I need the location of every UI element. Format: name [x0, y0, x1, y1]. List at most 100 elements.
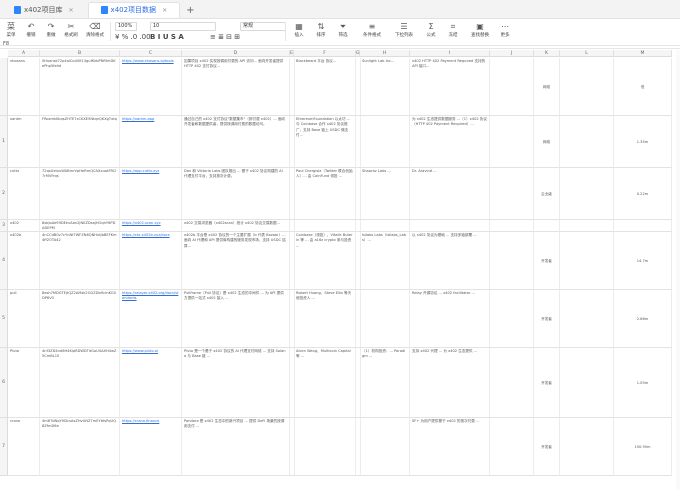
row-header[interactable]: 5	[0, 290, 8, 348]
conditional-format-button[interactable]: ≡ 条件格式	[360, 21, 384, 38]
table-cell[interactable]: Coinbase（领投）、Vitalik Buterin 等 ... 由 a16…	[294, 232, 356, 290]
table-cell[interactable]	[490, 220, 534, 232]
table-cell[interactable]: SF+ 为用户提供基于 x402 的按次付费 ...	[410, 418, 490, 476]
table-cell[interactable]	[490, 348, 534, 418]
table-cell[interactable]	[360, 290, 410, 348]
column-header[interactable]: L	[560, 50, 614, 57]
row-header[interactable]: 7	[0, 418, 8, 476]
table-cell[interactable]	[490, 116, 534, 168]
table-cell[interactable]: Sunlight Lab Inc...	[360, 58, 410, 116]
table-cell[interactable]	[490, 232, 534, 290]
row-header[interactable]: 3	[0, 220, 8, 232]
row-header[interactable]: 6	[0, 348, 8, 418]
table-cell[interactable]: 14.7m	[614, 232, 672, 290]
column-header[interactable]: H	[360, 50, 410, 57]
table-cell[interactable]: 4nf3ZD4nd6H4KlpRDWDTdGoU4AXH4wZ5CmBL10	[40, 348, 120, 418]
table-cell[interactable]: 1.35m	[614, 116, 672, 168]
font-name-select[interactable]: 常规	[240, 22, 286, 31]
table-cell[interactable]: xhosans	[8, 58, 40, 116]
table-cell[interactable]: https://app.cuttx.xyz	[120, 168, 182, 220]
table-cell[interactable]: 0.22m	[614, 168, 672, 220]
table-cell[interactable]: FRozmkKkqsZHTE7zCKXE5NtqnQKXgTxtq	[40, 116, 120, 168]
spreadsheet-grid[interactable]: A B C D E F G H I J K L Mxhosans 0Hxansk72p4alCo4i0f1…	[0, 50, 680, 490]
table-cell[interactable]: 为 x402 生态提供数据服务 ...（1）x402 协议（HTTP 402 P…	[410, 116, 490, 168]
table-cell[interactable]: 开发者	[534, 232, 560, 290]
column-header[interactable]: C	[120, 50, 182, 57]
table-cell[interactable]: pull	[8, 290, 40, 348]
format-painter-button[interactable]: ✂ 格式刷	[62, 21, 80, 38]
column-header[interactable]: J	[490, 50, 534, 57]
table-cell[interactable]: 开发者	[534, 418, 560, 476]
table-cell[interactable]: 1.05m	[614, 348, 672, 418]
table-cell[interactable]	[560, 290, 614, 348]
table-cell[interactable]: https://relayer.x402.org/docs/standards	[120, 290, 182, 348]
table-cell[interactable]: Pluto	[8, 348, 40, 418]
table-cell[interactable]	[560, 220, 614, 232]
cell-reference[interactable]: F8	[0, 40, 680, 49]
column-header[interactable]: M	[614, 50, 672, 57]
table-cell[interactable]	[490, 290, 534, 348]
add-tab-icon[interactable]: +	[186, 3, 194, 18]
table-cell[interactable]: https://crano.finance	[120, 418, 182, 476]
table-cell[interactable]	[560, 58, 614, 116]
table-cell[interactable]: Isilabs Labs（Isilabs_Labs）...	[360, 232, 410, 290]
table-cell[interactable]: x402 交易浏览器（x402scan）统计 x402 协议交易数据...	[182, 220, 290, 232]
table-cell[interactable]: 支持 x402 代理 ... 为 x402 生态提供 ...	[410, 348, 490, 418]
tab-project-library[interactable]: x402项目库 ✕	[2, 3, 86, 18]
table-cell[interactable]	[560, 418, 614, 476]
more-button[interactable]: ⋯ 更多	[496, 21, 514, 38]
column-header[interactable]: K	[534, 50, 560, 57]
table-cell[interactable]: x402 HTTP 402 Payment Required 支持的 API 接…	[410, 58, 490, 116]
table-cell[interactable]: 150.95m	[614, 418, 672, 476]
table-cell[interactable]	[490, 58, 534, 116]
table-cell[interactable]: https://x402.scan.xyz	[120, 220, 182, 232]
dropdown-list-button[interactable]: ☰ 下拉列表	[392, 21, 416, 38]
table-cell[interactable]: x402b	[8, 232, 40, 290]
table-cell[interactable]: 企业级	[534, 168, 560, 220]
row-header[interactable]: 4	[0, 232, 8, 290]
table-cell[interactable]: 如果项目 x402 实现按调用付费的 API 访问... 面向开发者提供 HTT…	[182, 58, 290, 116]
table-cell[interactable]: 开发者	[534, 348, 560, 418]
sort-button[interactable]: ⇅ 排序	[312, 21, 330, 38]
table-cell[interactable]: 以 x402 协议为基础 ... 支持多链部署 ...	[410, 232, 490, 290]
table-cell[interactable]: 4nCCdB0v7cYnNf7WFZN6QNHxtJbBEFKm4ff2OTA4…	[40, 232, 120, 290]
table-cell[interactable]: Dan 和 Viktoria Labs 团队推出 ... 基于 x402 协议构…	[182, 168, 290, 220]
table-cell[interactable]	[294, 220, 356, 232]
table-cell[interactable]: x402b 平台是 x402 协议的一个主要扩展（b 代表 Bazaar）...…	[182, 232, 290, 290]
column-header[interactable]: B	[40, 50, 120, 57]
table-cell[interactable]	[560, 348, 614, 418]
table-cell[interactable]: Alcen Wang、Multicoin Capital 等 ...	[294, 348, 356, 418]
column-header[interactable]: F	[294, 50, 356, 57]
table-cell[interactable]: crano	[8, 418, 40, 476]
table-cell[interactable]	[560, 232, 614, 290]
row-header[interactable]	[0, 58, 8, 116]
table-cell[interactable]	[490, 168, 534, 220]
table-cell[interactable]: https://xantm.app	[120, 116, 182, 168]
table-cell[interactable]: Pullframe（Pull 协议）是 x402 生态的中间件 ... 为 AP…	[182, 290, 290, 348]
table-cell[interactable]	[360, 418, 410, 476]
font-size-select[interactable]: 10	[150, 22, 216, 31]
insert-button[interactable]: ▦ 插入	[290, 21, 308, 38]
table-cell[interactable]: 4m6TdNqYHDcsAsZHvUNZ7mEYbfsPqUQ8ZfmD6e	[40, 418, 120, 476]
table-cell[interactable]: Relay 开源协议 ... x402 facilitator ...	[410, 290, 490, 348]
table-cell[interactable]: Robert Huang、Steve Ellis 等天使投资人 ...	[294, 290, 356, 348]
table-cell[interactable]: Blackbeard 平台 协议...	[294, 58, 356, 116]
freeze-button[interactable]: ⌗ 冻结	[444, 21, 462, 38]
table-cell[interactable]: 网络	[534, 116, 560, 168]
table-cell[interactable]: Dr. Aravind ...	[410, 168, 490, 220]
row-header[interactable]: 2	[0, 168, 8, 220]
table-cell[interactable]	[560, 116, 614, 168]
table-cell[interactable]	[360, 116, 410, 168]
row-header[interactable]: 1	[0, 116, 8, 168]
table-cell[interactable]: 72qsUxtxuWABmrVpHeRmQCAXxuotFRCl7rMVFrqs	[40, 168, 120, 220]
column-header[interactable]: A	[8, 50, 40, 57]
table-cell[interactable]	[294, 418, 356, 476]
column-header[interactable]: D	[182, 50, 290, 57]
table-cell[interactable]: EthereumFoundation 以太坊 ... 与 Coinbase 合作…	[294, 116, 356, 168]
vertical-scrollbar[interactable]	[676, 50, 680, 490]
clear-format-button[interactable]: ⌫ 清除格式	[84, 21, 106, 38]
table-cell[interactable]: Shaarav Labs ...	[360, 168, 410, 220]
formula-button[interactable]: Σ 公式	[422, 21, 440, 38]
tab-project-data[interactable]: x402项目数据 ✕	[87, 2, 181, 18]
table-cell[interactable]	[614, 220, 672, 232]
